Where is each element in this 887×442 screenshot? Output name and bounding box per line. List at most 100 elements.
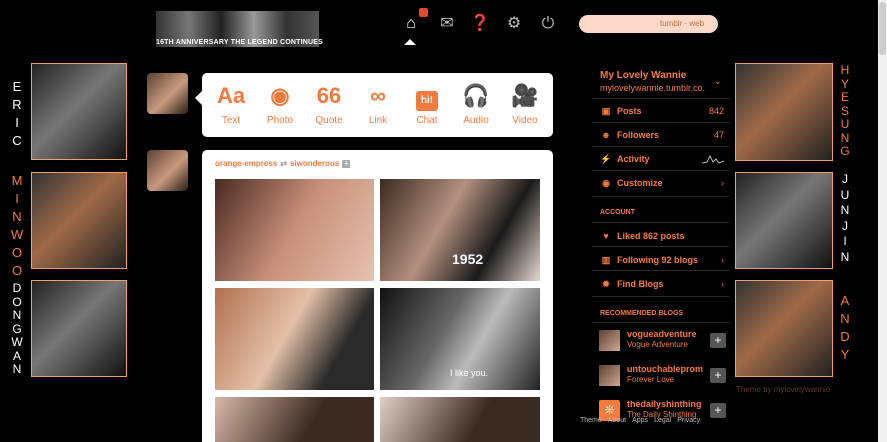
photoset-image[interactable]: 1952: [380, 179, 540, 281]
follow-plus-icon[interactable]: +: [710, 368, 726, 383]
name-letter: W: [11, 335, 23, 349]
posts-count: 842: [708, 106, 724, 116]
post-audio-button[interactable]: 🎧 Audio: [453, 83, 499, 126]
post-chat-button[interactable]: hi! Chat: [404, 83, 450, 126]
photo-junjin: [735, 172, 833, 269]
photo-eric: [31, 63, 127, 160]
post-text-button[interactable]: Aa Text: [208, 83, 254, 126]
name-letter: Y: [840, 76, 849, 91]
name-letter: C: [12, 133, 22, 148]
photoset-image[interactable]: [215, 288, 374, 390]
vertical-name-junjin: JUNJIN: [838, 172, 852, 265]
name-letter: N: [840, 249, 850, 264]
vertical-name-hyesung: HYESUNG: [838, 63, 852, 159]
photoset-image[interactable]: I like you.: [380, 288, 540, 390]
follow-plus-icon[interactable]: +: [342, 160, 351, 168]
sidebar-item-liked[interactable]: ♥ Liked 862 posts: [599, 226, 726, 246]
divider: [592, 98, 729, 99]
sidebar-item-followers[interactable]: ☻ Followers 47: [599, 125, 726, 145]
post-header: orange-empress ⇄ siwonderous +: [215, 159, 351, 168]
gear-icon[interactable]: ⚙: [504, 14, 524, 34]
recommended-blog-title: Vogue Adventure: [627, 340, 688, 349]
avatar[interactable]: [599, 330, 620, 351]
following-icon: ▥: [601, 255, 611, 265]
power-icon[interactable]: ⏻: [538, 14, 558, 34]
name-letter: G: [12, 321, 22, 336]
eye-icon: ◉: [602, 178, 610, 188]
headphones-icon: 🎧: [462, 83, 490, 108]
sidebar-item-posts[interactable]: ▣ Posts 842: [599, 101, 726, 121]
footer-link[interactable]: Apps: [632, 417, 648, 424]
blog-title[interactable]: My Lovely Wannie: [600, 70, 686, 81]
sidebar-item-activity[interactable]: ⚡ Activity: [599, 149, 726, 169]
name-letter: N: [840, 311, 850, 326]
sidebar-item-label: Customize: [617, 178, 663, 188]
name-letter: D: [12, 281, 22, 295]
name-letter: I: [843, 234, 847, 248]
help-icon[interactable]: ❓: [470, 14, 490, 34]
photo-andy: [735, 280, 833, 377]
quote-icon: 66: [316, 83, 342, 108]
sidebar-item-find-blogs[interactable]: ✹ Find Blogs ›: [599, 274, 726, 294]
post-type-chooser: Aa Text ◉ Photo 66 Quote ∞ Link hi! Chat…: [195, 73, 553, 137]
user-avatar[interactable]: [147, 73, 188, 114]
theme-credit[interactable]: Theme by mylovelywannie: [736, 385, 830, 394]
divider: [592, 222, 729, 223]
photoset-image[interactable]: [380, 397, 540, 442]
recommended-blog-name[interactable]: untouchableprom: [627, 364, 703, 374]
post-type-label: Text: [221, 115, 241, 126]
avatar[interactable]: [599, 365, 620, 386]
post-link-button[interactable]: ∞ Link: [355, 83, 401, 126]
photoset-image[interactable]: [215, 397, 374, 442]
footer-link[interactable]: Theme: [580, 417, 602, 424]
chevron-down-icon[interactable]: ⌄: [714, 76, 722, 87]
post-video-button[interactable]: 🎥 Video: [502, 83, 548, 126]
name-letter: N: [12, 362, 22, 376]
recommended-blog[interactable]: untouchableprom Forever Love +: [599, 364, 727, 392]
follow-plus-icon[interactable]: +: [710, 333, 726, 348]
footer-link[interactable]: Legal: [654, 417, 671, 424]
sidebar-item-label: Liked 862 posts: [617, 231, 685, 241]
scrollbar-thumb[interactable]: [879, 2, 886, 55]
sidebar-item-following[interactable]: ▥ Following 92 blogs ›: [599, 250, 726, 270]
post-author-link[interactable]: orange-empress: [215, 159, 277, 168]
recommended-blog[interactable]: vogueadventure Vogue Adventure +: [599, 329, 727, 357]
link-icon: ∞: [370, 83, 386, 108]
photoset-image[interactable]: [215, 179, 374, 281]
header-banner-image[interactable]: 16TH ANNIVERSARY THE LEGEND CONTINUES: [156, 11, 323, 47]
activity-sparkline: [702, 154, 724, 164]
name-letter: D: [840, 329, 850, 344]
lightning-icon: ⚡: [600, 154, 612, 164]
scrollbar-track[interactable]: [878, 0, 887, 442]
follow-plus-icon[interactable]: +: [710, 403, 726, 418]
name-letter: M: [11, 173, 23, 188]
footer-link[interactable]: About: [608, 417, 626, 424]
chevron-right-icon: ›: [721, 178, 724, 188]
text-icon: Aa: [216, 83, 246, 108]
post-photo-button[interactable]: ◉ Photo: [257, 83, 303, 126]
active-nav-caret: [404, 39, 416, 45]
reblog-source-link[interactable]: siwonderous: [290, 159, 339, 168]
recommended-blog-name[interactable]: vogueadventure: [627, 329, 697, 339]
name-letter: J: [842, 218, 848, 233]
mail-icon[interactable]: ✉: [437, 14, 457, 34]
post-author-avatar[interactable]: [147, 150, 188, 191]
name-letter: N: [12, 209, 22, 224]
sidebar-item-label: Following 92 blogs: [617, 255, 698, 265]
name-letter: O: [11, 263, 23, 278]
blog-url[interactable]: mylovelywannie.tumblr.co...: [600, 83, 705, 93]
name-letter: G: [840, 144, 850, 158]
video-camera-icon: 🎥: [511, 83, 539, 108]
name-letter: U: [840, 187, 850, 202]
heart-icon: ♥: [603, 231, 609, 241]
post-type-label: Link: [368, 115, 388, 126]
post-quote-button[interactable]: 66 Quote: [306, 83, 352, 126]
divider: [592, 270, 729, 271]
name-letter: A: [12, 348, 21, 363]
sidebar-item-customize[interactable]: ◉ Customize ›: [599, 173, 726, 193]
footer-link[interactable]: Privacy: [677, 417, 700, 424]
recommended-blog-name[interactable]: thedailyshinthing: [627, 399, 702, 409]
name-letter: S: [840, 103, 849, 118]
post-type-label: Photo: [266, 115, 294, 126]
home-icon[interactable]: ⌂: [401, 14, 421, 34]
